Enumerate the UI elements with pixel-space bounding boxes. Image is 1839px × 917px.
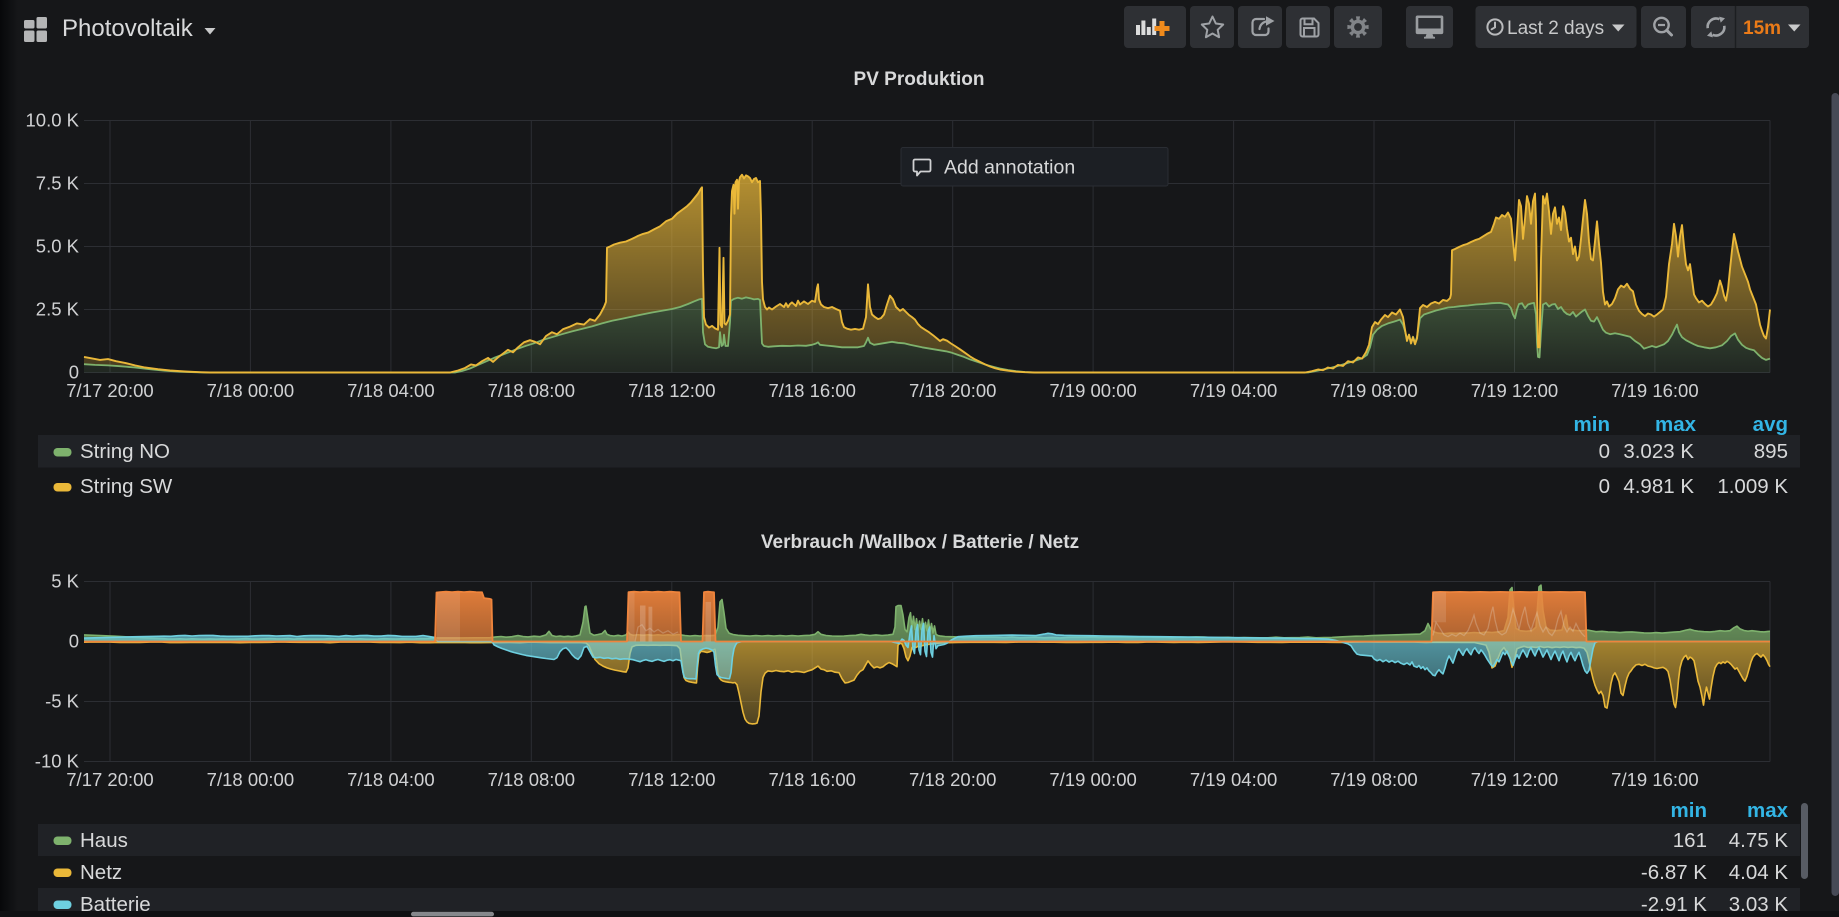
svg-text:7/18 00:00: 7/18 00:00 bbox=[207, 769, 294, 790]
svg-text:161: 161 bbox=[1673, 829, 1707, 852]
svg-text:2.5 K: 2.5 K bbox=[36, 299, 80, 320]
svg-text:7/17 20:00: 7/17 20:00 bbox=[66, 380, 153, 401]
svg-text:7/18 20:00: 7/18 20:00 bbox=[909, 380, 996, 401]
svg-text:7/18 08:00: 7/18 08:00 bbox=[488, 769, 575, 790]
svg-text:7/19 16:00: 7/19 16:00 bbox=[1611, 769, 1698, 790]
svg-text:7/18 16:00: 7/18 16:00 bbox=[768, 380, 855, 401]
svg-text:3.023 K: 3.023 K bbox=[1623, 440, 1694, 463]
svg-text:Verbrauch /Wallbox / Batterie: Verbrauch /Wallbox / Batterie / Netz bbox=[761, 532, 1079, 553]
svg-text:7/18 12:00: 7/18 12:00 bbox=[628, 380, 715, 401]
svg-text:String NO: String NO bbox=[80, 440, 170, 463]
svg-text:-6.87 K: -6.87 K bbox=[1641, 861, 1707, 884]
svg-text:10.0 K: 10.0 K bbox=[26, 110, 80, 131]
svg-text:7/19 08:00: 7/19 08:00 bbox=[1330, 380, 1417, 401]
svg-text:min: min bbox=[1574, 413, 1610, 436]
svg-text:7/18 12:00: 7/18 12:00 bbox=[628, 769, 715, 790]
svg-text:15m: 15m bbox=[1743, 18, 1781, 39]
svg-text:0: 0 bbox=[1599, 475, 1610, 498]
svg-text:Netz: Netz bbox=[80, 861, 122, 884]
svg-text:0: 0 bbox=[69, 631, 79, 652]
svg-text:7/17 20:00: 7/17 20:00 bbox=[66, 769, 153, 790]
svg-text:7/19 12:00: 7/19 12:00 bbox=[1471, 769, 1558, 790]
svg-text:7/18 20:00: 7/18 20:00 bbox=[909, 769, 996, 790]
svg-text:7/19 12:00: 7/19 12:00 bbox=[1471, 380, 1558, 401]
svg-text:5 K: 5 K bbox=[51, 571, 79, 592]
svg-text:7/18 16:00: 7/18 16:00 bbox=[768, 769, 855, 790]
svg-text:7/19 00:00: 7/19 00:00 bbox=[1049, 769, 1136, 790]
svg-text:7/18 00:00: 7/18 00:00 bbox=[207, 380, 294, 401]
svg-text:PV Produktion: PV Produktion bbox=[854, 69, 985, 90]
svg-text:Photovoltaik: Photovoltaik bbox=[62, 15, 194, 42]
svg-text:7/18 04:00: 7/18 04:00 bbox=[347, 769, 434, 790]
svg-text:4.04 K: 4.04 K bbox=[1729, 861, 1789, 884]
svg-text:5.0 K: 5.0 K bbox=[36, 236, 80, 257]
svg-text:7/19 04:00: 7/19 04:00 bbox=[1190, 380, 1277, 401]
svg-text:7/19 04:00: 7/19 04:00 bbox=[1190, 769, 1277, 790]
svg-text:7/19 08:00: 7/19 08:00 bbox=[1330, 769, 1417, 790]
svg-text:Add annotation: Add annotation bbox=[944, 157, 1075, 179]
svg-text:Last 2 days: Last 2 days bbox=[1507, 18, 1604, 39]
svg-text:7/18 04:00: 7/18 04:00 bbox=[347, 380, 434, 401]
svg-text:4.981 K: 4.981 K bbox=[1623, 475, 1694, 498]
svg-text:7/19 16:00: 7/19 16:00 bbox=[1611, 380, 1698, 401]
svg-text:max: max bbox=[1655, 413, 1697, 436]
svg-text:-5 K: -5 K bbox=[45, 691, 80, 712]
svg-text:String SW: String SW bbox=[80, 475, 173, 498]
svg-text:min: min bbox=[1671, 799, 1707, 822]
svg-text:7.5 K: 7.5 K bbox=[36, 173, 80, 194]
svg-text:895: 895 bbox=[1754, 440, 1788, 463]
svg-text:7/18 08:00: 7/18 08:00 bbox=[488, 380, 575, 401]
svg-text:1.009 K: 1.009 K bbox=[1717, 475, 1788, 498]
svg-text:4.75 K: 4.75 K bbox=[1729, 829, 1789, 852]
svg-text:Haus: Haus bbox=[80, 829, 128, 852]
svg-text:max: max bbox=[1747, 799, 1789, 822]
svg-text:7/19 00:00: 7/19 00:00 bbox=[1049, 380, 1136, 401]
svg-text:0: 0 bbox=[1599, 440, 1610, 463]
svg-text:avg: avg bbox=[1753, 413, 1788, 436]
